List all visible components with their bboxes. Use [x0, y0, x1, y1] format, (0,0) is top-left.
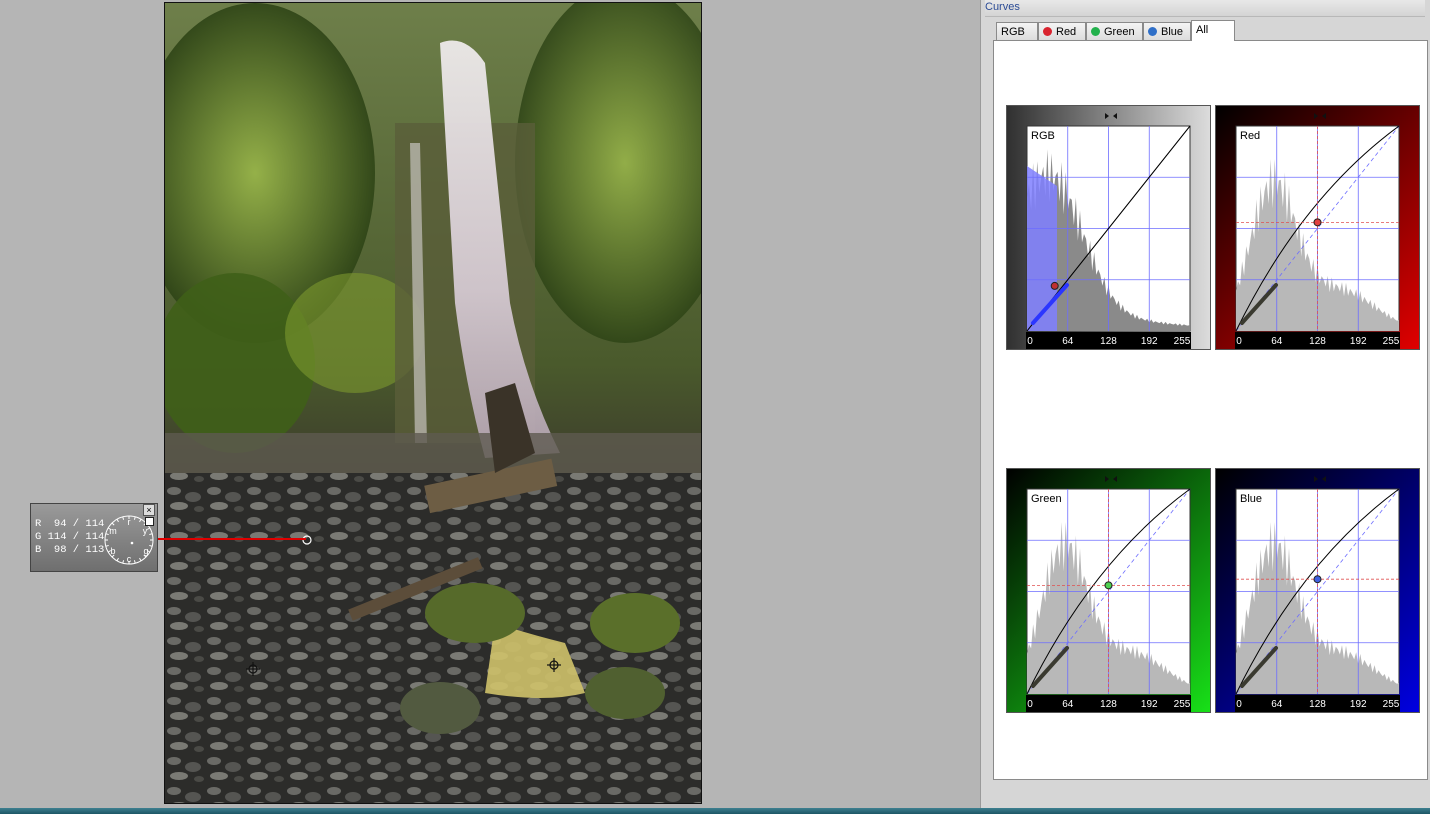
curves-panel: Curves RGB Red Green Blue All RGB 0 64 128 1…: [980, 0, 1430, 814]
color-picker-popup[interactable]: × R 94 / 114 G 114 / 114 B 98 / 113 r y …: [30, 503, 158, 572]
axis-tick-label: 64: [1271, 699, 1283, 710]
curve-label: Blue: [1240, 493, 1262, 505]
curve-label: Red: [1240, 130, 1260, 142]
curve-editor-red[interactable]: Red 0 64 128 192 255: [1215, 105, 1420, 350]
axis-tick-label: 128: [1309, 699, 1326, 710]
curve-label: RGB: [1031, 130, 1055, 142]
curve-graph[interactable]: Green 0 64 128 192 255: [1007, 469, 1212, 714]
pin-icon[interactable]: [145, 517, 154, 526]
axis-tick-label: 0: [1027, 336, 1033, 347]
axis-tick-label: 128: [1100, 336, 1117, 347]
dial-letter-r: r: [128, 517, 131, 527]
tab-label: RGB: [1001, 26, 1025, 38]
axis-tick-label: 192: [1350, 336, 1367, 347]
red-dot-icon: [1043, 27, 1052, 36]
axis-tick-label: 0: [1236, 336, 1242, 347]
picker-row-g: G 114 / 114: [35, 531, 105, 543]
color-probe-line: [158, 538, 306, 540]
taskbar-strip: [0, 808, 1430, 814]
photo-image: [165, 3, 701, 803]
dial-letter-y: y: [143, 526, 148, 536]
histogram-blue-overlay: [1027, 166, 1057, 331]
curve-editor-green[interactable]: Green 0 64 128 192 255: [1006, 468, 1211, 713]
curve-control-point[interactable]: [1050, 281, 1059, 290]
axis-tick-label: 64: [1062, 699, 1074, 710]
dial-letter-m: m: [109, 526, 117, 536]
image-canvas-area[interactable]: × R 94 / 114 G 114 / 114 B 98 / 113 r y …: [0, 0, 980, 814]
axis-tick-label: 0: [1236, 699, 1242, 710]
tab-label: Green: [1104, 26, 1135, 38]
picker-row-b: B 98 / 113: [35, 544, 105, 556]
tab-label: All: [1196, 24, 1209, 36]
curve-control-point[interactable]: [1313, 218, 1322, 227]
axis-tick-label: 255: [1383, 336, 1400, 347]
axis-tick-label: 255: [1383, 699, 1400, 710]
curve-label: Green: [1031, 493, 1062, 505]
axis-tick-label: 192: [1350, 699, 1367, 710]
channel-switch-icon[interactable]: [1105, 476, 1117, 482]
axis-tick-label: 64: [1062, 336, 1074, 347]
axis-tick-label: 64: [1271, 336, 1283, 347]
axis-tick-label: 255: [1174, 336, 1191, 347]
channel-switch-icon[interactable]: [1105, 113, 1117, 119]
curve-graph[interactable]: Blue 0 64 128 192 255: [1216, 469, 1421, 714]
curve-editor-blue[interactable]: Blue 0 64 128 192 255: [1215, 468, 1420, 713]
axis-tick-label: 192: [1141, 699, 1158, 710]
dial-letter-b: b: [110, 546, 115, 556]
axis-tick-label: 192: [1141, 336, 1158, 347]
tab-all[interactable]: All: [1191, 20, 1235, 41]
tab-red[interactable]: Red: [1038, 22, 1086, 40]
channel-switch-icon[interactable]: [1314, 113, 1326, 119]
curve-control-point[interactable]: [1104, 581, 1113, 590]
curves-content: RGB 0 64 128 192 255 Red 0 64 128 192 255 Green 0 64…: [993, 40, 1428, 780]
axis-tick-label: 128: [1309, 336, 1326, 347]
axis-tick-label: 0: [1027, 699, 1033, 710]
picker-row-r: R 94 / 114: [35, 518, 105, 530]
curve-control-point[interactable]: [1313, 575, 1322, 584]
curve-editor-rgb[interactable]: RGB 0 64 128 192 255: [1006, 105, 1211, 350]
tab-label: Blue: [1161, 26, 1184, 38]
green-dot-icon: [1091, 27, 1100, 36]
dial-letter-c: c: [127, 554, 132, 564]
panel-title: Curves: [985, 0, 1425, 17]
dial-letter-g: g: [143, 546, 148, 556]
curve-graph[interactable]: RGB 0 64 128 192 255: [1007, 106, 1212, 351]
curve-graph[interactable]: Red 0 64 128 192 255: [1216, 106, 1421, 351]
axis-tick-label: 255: [1174, 699, 1191, 710]
axis-tick-label: 128: [1100, 699, 1117, 710]
tab-green[interactable]: Green: [1086, 22, 1143, 40]
channel-switch-icon[interactable]: [1314, 476, 1326, 482]
tab-label: Red: [1056, 26, 1077, 38]
blue-dot-icon: [1148, 27, 1157, 36]
tab-rgb[interactable]: RGB: [996, 22, 1038, 40]
photo-waterfall[interactable]: [164, 2, 702, 804]
tab-blue[interactable]: Blue: [1143, 22, 1191, 40]
